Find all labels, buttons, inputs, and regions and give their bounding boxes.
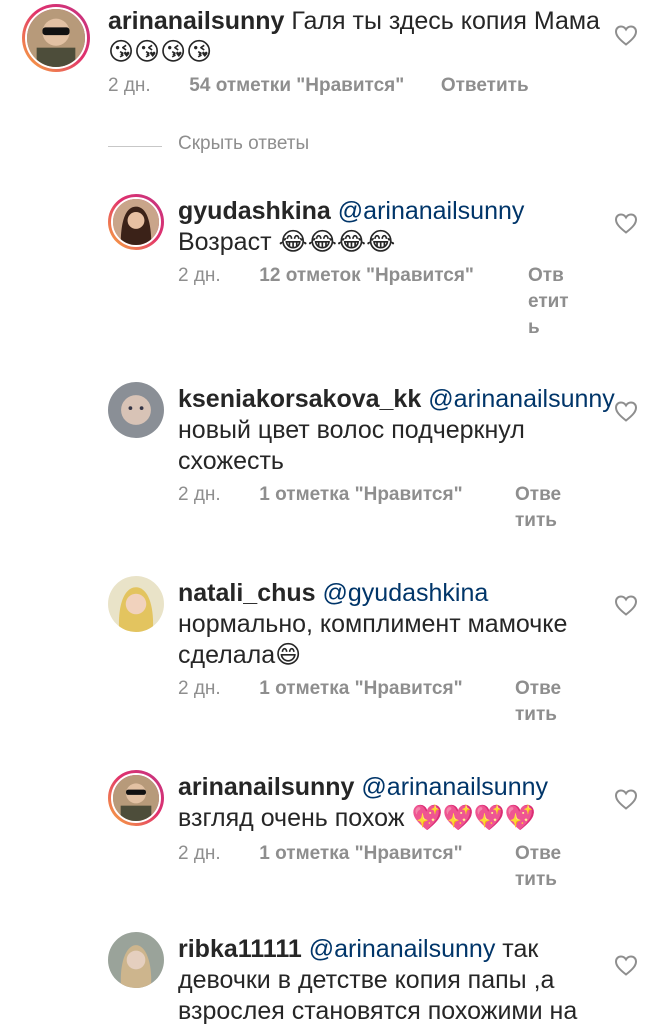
comment-likes-count[interactable]: 1 отметка "Нравится": [259, 484, 462, 505]
comment-body: kseniakorsakova_kk @arinanailsunny новый…: [178, 384, 618, 477]
comment-mention[interactable]: @arinanailsunny: [428, 385, 615, 413]
comment-mention[interactable]: @arinanailsunny: [309, 935, 496, 963]
reply-button[interactable]: Ответить: [515, 841, 567, 893]
comment-body: natali_chus @gyudashkina нормально, комп…: [178, 578, 608, 671]
comment-username[interactable]: arinanailsunny: [178, 773, 354, 801]
comment-mention[interactable]: @arinanailsunny: [338, 197, 525, 225]
heart-outline-icon[interactable]: [614, 954, 638, 976]
comment-meta: 2 дн. 1 отметка "Нравится": [178, 482, 463, 508]
reply-button[interactable]: Ответить: [441, 75, 529, 96]
comment-mention[interactable]: @arinanailsunny: [361, 773, 548, 801]
comment-time: 2 дн.: [108, 75, 151, 96]
comment-emojis: 😂😂😂😂: [278, 228, 396, 256]
avatar[interactable]: [108, 576, 164, 632]
avatar[interactable]: [22, 4, 90, 72]
comment-meta: 2 дн. 12 отметок "Нравится": [178, 263, 474, 289]
comment-meta: 2 дн. 1 отметка "Нравится": [178, 841, 463, 867]
comment-meta: 2 дн. 1 отметка "Нравится": [178, 676, 463, 702]
avatar[interactable]: [108, 770, 164, 826]
comment-time: 2 дн.: [178, 843, 221, 864]
heart-outline-icon[interactable]: [614, 24, 638, 46]
comment-text: Галя ты здесь копия Мама: [291, 7, 600, 35]
comment-4: arinanailsunny @arinanailsunny взгляд оч…: [0, 766, 660, 906]
divider: [108, 146, 162, 147]
comment-body: ribka11111 @arinanailsunny так девочки в…: [178, 934, 618, 1024]
comment-likes-count[interactable]: 1 отметка "Нравится": [259, 843, 462, 864]
comment-text: нормально, комплимент мамочке сделала: [178, 610, 568, 669]
comment-username[interactable]: arinanailsunny: [108, 7, 284, 35]
reply-button[interactable]: Ответить: [515, 676, 567, 728]
reply-button[interactable]: Ответить: [515, 482, 567, 534]
avatar[interactable]: [108, 382, 164, 438]
comment-text: взгляд очень похож: [178, 804, 405, 832]
comment-emojis: 😄: [275, 641, 302, 669]
heart-outline-icon[interactable]: [614, 212, 638, 234]
comment-likes-count[interactable]: 54 отметки "Нравится": [189, 75, 404, 96]
comment-text: новый цвет волос подчеркнул схожесть: [178, 416, 525, 475]
heart-outline-icon[interactable]: [614, 788, 638, 810]
comment-0: arinanailsunny Галя ты здесь копия Мама …: [0, 0, 660, 110]
comment-text: Возраст: [178, 228, 272, 256]
avatar[interactable]: [108, 194, 164, 250]
comment-3: natali_chus @gyudashkina нормально, комп…: [0, 572, 660, 732]
comment-2: kseniakorsakova_kk @arinanailsunny новый…: [0, 378, 660, 538]
avatar[interactable]: [108, 932, 164, 988]
comment-time: 2 дн.: [178, 678, 221, 699]
comment-mention[interactable]: @gyudashkina: [323, 579, 489, 607]
comment-time: 2 дн.: [178, 484, 221, 505]
comment-5: ribka11111 @arinanailsunny так девочки в…: [0, 928, 660, 1024]
heart-outline-icon[interactable]: [614, 400, 638, 422]
comment-username[interactable]: kseniakorsakova_kk: [178, 385, 421, 413]
comment-username[interactable]: ribka11111: [178, 935, 302, 963]
comment-body: arinanailsunny @arinanailsunny взгляд оч…: [178, 772, 608, 834]
comment-username[interactable]: gyudashkina: [178, 197, 331, 225]
comment-body: arinanailsunny Галя ты здесь копия Мама …: [108, 6, 608, 68]
comment-time: 2 дн.: [178, 265, 221, 286]
hide-replies-label: Скрыть ответы: [178, 133, 310, 154]
comment-likes-count[interactable]: 12 отметок "Нравится": [259, 265, 474, 286]
comment-meta: 2 дн. 54 отметки "Нравится" Ответить: [108, 73, 529, 99]
comment-emojis: 😘😘😘😘: [108, 38, 213, 66]
comment-emojis: 💖💖💖💖: [411, 804, 536, 832]
comment-username[interactable]: natali_chus: [178, 579, 316, 607]
comment-body: gyudashkina @arinanailsunny Возраст 😂😂😂😂: [178, 196, 608, 258]
heart-outline-icon[interactable]: [614, 594, 638, 616]
comment-1: gyudashkina @arinanailsunny Возраст 😂😂😂😂…: [0, 190, 660, 350]
comment-likes-count[interactable]: 1 отметка "Нравится": [259, 678, 462, 699]
reply-button[interactable]: Ответить: [528, 263, 570, 341]
